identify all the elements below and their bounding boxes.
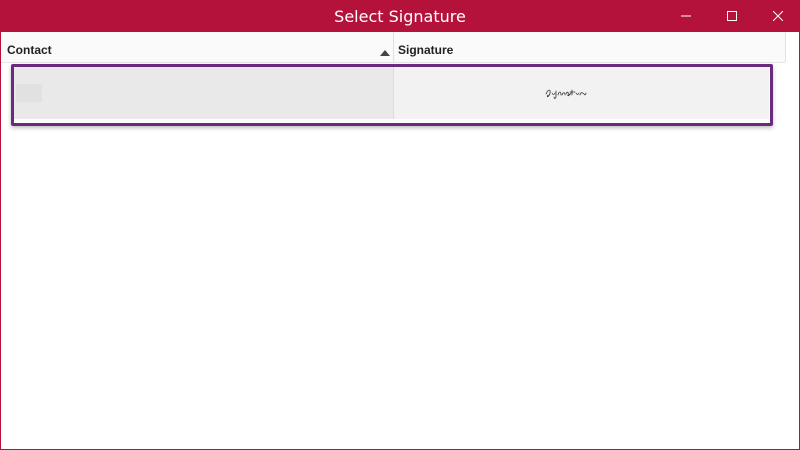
maximize-icon	[727, 11, 737, 21]
column-header-contact[interactable]: Contact	[7, 43, 52, 57]
vertical-scrollbar[interactable]	[785, 32, 799, 62]
sort-ascending-icon	[380, 45, 390, 59]
minimize-button[interactable]	[663, 1, 709, 32]
column-header-signature[interactable]: Signature	[398, 43, 453, 57]
grid-header: Contact Signature	[1, 32, 785, 63]
title-bar[interactable]: Select Signature	[1, 1, 799, 32]
close-icon	[773, 11, 783, 21]
maximize-button[interactable]	[709, 1, 755, 32]
selected-row-outline	[11, 64, 773, 126]
column-divider[interactable]	[393, 32, 394, 62]
signature-grid: Contact Signature	[1, 32, 799, 449]
select-signature-window: Select Signature Contact Signature	[0, 0, 800, 450]
close-button[interactable]	[755, 1, 799, 32]
minimize-icon	[681, 15, 691, 17]
